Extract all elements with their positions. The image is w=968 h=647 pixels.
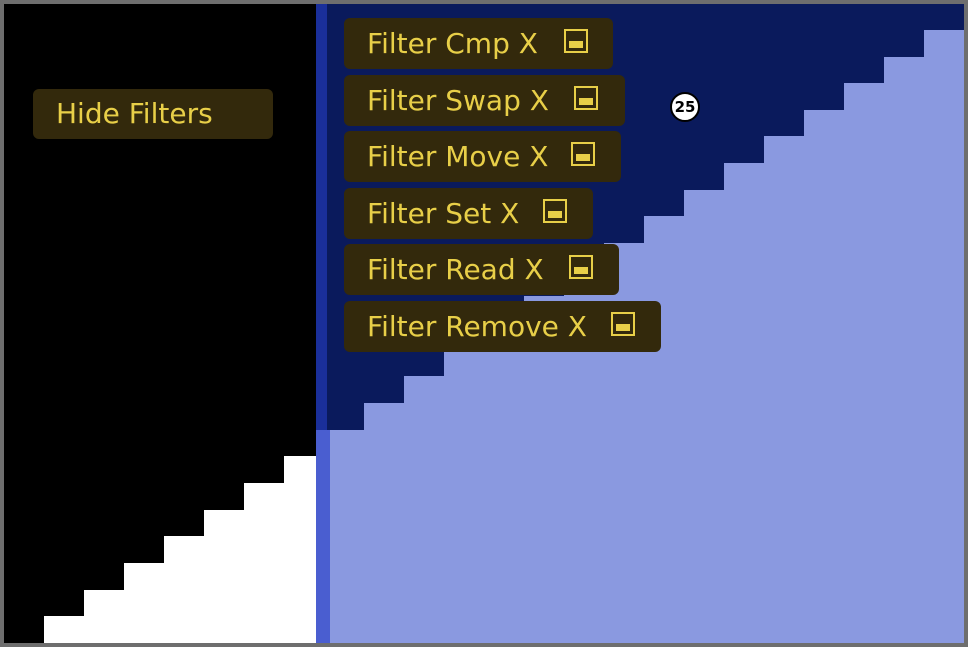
- divider-dark-strip: [316, 4, 327, 456]
- hide-filters-button[interactable]: Hide Filters: [33, 89, 273, 139]
- toggle-icon[interactable]: [574, 86, 598, 110]
- filter-cmp-label: Filter Cmp X: [367, 27, 538, 60]
- filter-swap-button[interactable]: Filter Swap X: [344, 75, 625, 126]
- filter-remove-button[interactable]: Filter Remove X: [344, 301, 661, 352]
- filter-read-label: Filter Read X: [367, 253, 544, 286]
- toggle-icon[interactable]: [611, 312, 635, 336]
- toggle-icon[interactable]: [569, 255, 593, 279]
- filter-swap-label: Filter Swap X: [367, 84, 549, 117]
- filter-set-label: Filter Set X: [367, 197, 520, 230]
- toggle-icon[interactable]: [543, 199, 567, 223]
- filter-move-button[interactable]: Filter Move X: [344, 131, 621, 182]
- toggle-icon[interactable]: [564, 29, 588, 53]
- toggle-icon[interactable]: [571, 142, 595, 166]
- filter-read-button[interactable]: Filter Read X: [344, 244, 619, 295]
- step-counter-badge: 25: [670, 92, 700, 122]
- divider-strip: [316, 430, 330, 643]
- filter-set-button[interactable]: Filter Set X: [344, 188, 593, 239]
- filter-cmp-button[interactable]: Filter Cmp X: [344, 18, 613, 69]
- hide-filters-label: Hide Filters: [56, 97, 213, 130]
- filter-move-label: Filter Move X: [367, 140, 549, 173]
- visualization-canvas: Hide Filters Filter Cmp X Filter Swap X …: [4, 4, 964, 643]
- filter-remove-label: Filter Remove X: [367, 310, 587, 343]
